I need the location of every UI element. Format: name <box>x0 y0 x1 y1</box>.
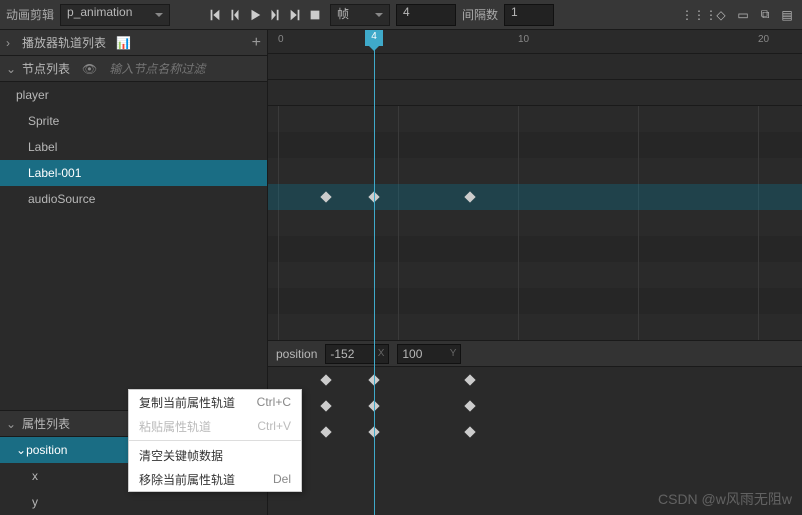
tree-item-label: player <box>16 88 49 102</box>
keyframe[interactable] <box>464 191 475 202</box>
prev-frame-icon[interactable] <box>226 6 244 24</box>
skip-end-icon[interactable] <box>286 6 304 24</box>
keyframe[interactable] <box>464 374 475 385</box>
prop-track-row[interactable] <box>268 393 802 419</box>
tracks-icon: 📊 <box>116 36 131 50</box>
next-frame-icon[interactable] <box>266 6 284 24</box>
tree-item[interactable]: Label <box>0 134 267 160</box>
chevron-down-icon[interactable]: ⌄ <box>6 417 16 431</box>
chevron-right-icon[interactable]: › <box>6 36 16 50</box>
frame-mode-value: 帧 <box>337 7 349 21</box>
y-input[interactable]: 100Y <box>397 344 461 364</box>
eye-icon[interactable]: 👁 <box>82 62 97 76</box>
track-row[interactable] <box>268 132 802 158</box>
player-tracks-label: 播放器轨道列表 <box>22 34 106 51</box>
keyframe[interactable] <box>464 426 475 437</box>
add-track-button[interactable]: + <box>252 34 261 52</box>
frame-number-input[interactable]: 4 <box>396 4 456 26</box>
node-list-header-lane <box>268 80 802 106</box>
ruler-tick: 10 <box>518 34 529 45</box>
context-menu-item[interactable]: 复制当前属性轨道Ctrl+C <box>129 390 301 414</box>
prop-list-label: 属性列表 <box>22 415 70 432</box>
toolbar-icons: ⋮⋮⋮ ◇ ▭ ⧉ ▤ <box>690 6 796 24</box>
keyframe-icon[interactable]: ◇ <box>712 6 730 24</box>
tree-item[interactable]: Sprite <box>0 108 267 134</box>
x-input[interactable]: -152X <box>325 344 389 364</box>
context-menu-item: 粘贴属性轨道Ctrl+V <box>129 414 301 438</box>
node-tree: player Sprite Label Label-001 audioSource <box>0 82 267 212</box>
tree-item-label: audioSource <box>28 192 95 206</box>
tree-item[interactable]: Label-001 <box>0 160 267 186</box>
chevron-down-icon[interactable]: ⌄ <box>6 62 16 76</box>
keyframe[interactable] <box>320 191 331 202</box>
context-menu-item[interactable]: 清空关键帧数据 <box>129 443 301 467</box>
keyframe[interactable] <box>320 374 331 385</box>
ruler-tick: 0 <box>278 34 284 45</box>
playhead-marker[interactable]: 4 <box>365 30 383 46</box>
node-list-label: 节点列表 <box>22 60 70 77</box>
keyframe[interactable] <box>320 400 331 411</box>
prop-item[interactable]: y <box>0 489 267 515</box>
layout1-icon[interactable]: ▭ <box>734 6 752 24</box>
frame-mode-select[interactable]: 帧 <box>330 4 390 26</box>
node-list-header[interactable]: ⌄ 节点列表 👁 <box>0 56 267 82</box>
track-row[interactable] <box>268 210 802 236</box>
stop-icon[interactable] <box>306 6 324 24</box>
track-row[interactable] <box>268 184 802 210</box>
interval-label: 间隔数 <box>462 6 498 23</box>
tree-item-label: Label-001 <box>28 166 81 180</box>
track-row[interactable] <box>268 106 802 132</box>
prop-item-label: x <box>32 469 38 483</box>
prop-track-row[interactable] <box>268 419 802 445</box>
keyframe[interactable] <box>464 400 475 411</box>
skip-start-icon[interactable] <box>206 6 224 24</box>
track-row[interactable] <box>268 158 802 184</box>
property-value-bar: position -152X 100Y <box>268 341 802 367</box>
track-body[interactable] <box>268 106 802 340</box>
layout3-icon[interactable]: ▤ <box>778 6 796 24</box>
timeline-panel: 0410204 position -152X 100Y <box>268 30 802 515</box>
clip-select-value: p_animation <box>67 5 132 19</box>
layout2-icon[interactable]: ⧉ <box>756 6 774 24</box>
property-tracks[interactable] <box>268 367 802 445</box>
ruler-tick: 20 <box>758 34 769 45</box>
player-tracks-lane <box>268 54 802 80</box>
transport-controls <box>206 6 324 24</box>
top-toolbar: 动画剪辑 p_animation 帧 4 间隔数 1 ⋮⋮⋮ ◇ ▭ ⧉ ▤ <box>0 0 802 30</box>
grid-icon[interactable]: ⋮⋮⋮ <box>690 6 708 24</box>
watermark: CSDN @w风雨无阻w <box>658 489 792 509</box>
clip-label: 动画剪辑 <box>6 6 54 23</box>
prop-track-row[interactable] <box>268 367 802 393</box>
tree-item-label: Sprite <box>28 114 59 128</box>
tree-item[interactable]: player <box>0 82 267 108</box>
prop-item-label: position <box>26 443 67 457</box>
interval-input[interactable]: 1 <box>504 4 554 26</box>
context-menu: 复制当前属性轨道Ctrl+C粘贴属性轨道Ctrl+V 清空关键帧数据移除当前属性轨… <box>128 389 302 492</box>
keyframe[interactable] <box>320 426 331 437</box>
clip-select[interactable]: p_animation <box>60 4 170 26</box>
tree-item-label: Label <box>28 140 57 154</box>
playhead[interactable] <box>374 30 375 515</box>
player-tracks-header[interactable]: › 播放器轨道列表 📊 + <box>0 30 267 56</box>
tree-item[interactable]: audioSource <box>0 186 267 212</box>
time-ruler[interactable]: 0410204 <box>268 30 802 54</box>
context-menu-item[interactable]: 移除当前属性轨道Del <box>129 467 301 491</box>
prop-item-label: y <box>32 495 38 509</box>
node-filter-input[interactable] <box>109 62 229 76</box>
play-icon[interactable] <box>246 6 264 24</box>
prop-name-label: position <box>276 347 317 361</box>
